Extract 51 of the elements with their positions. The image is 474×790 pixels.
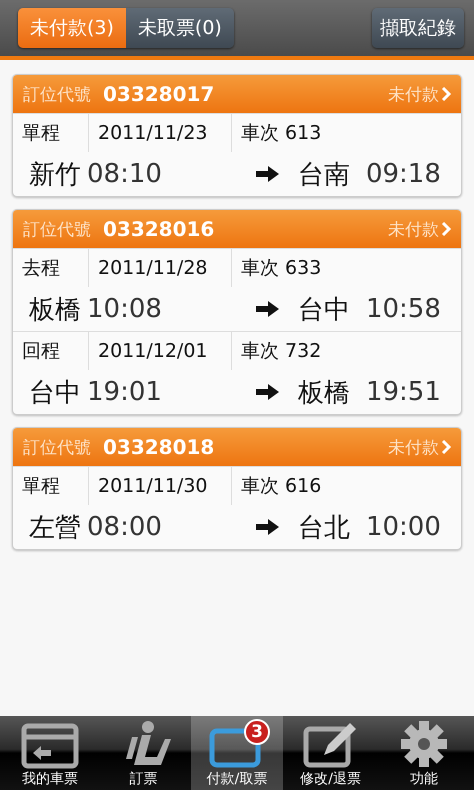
train-number: 車次 616 [231,467,461,505]
arrival-time: 10:58 [366,294,441,324]
booking-code-label: 訂位代號 [23,436,91,458]
travel-date: 2011/11/28 [88,249,231,287]
arrival-time: 09:18 [366,159,441,189]
nav-tab[interactable]: 我的車票 [4,716,96,790]
departure-time: 10:08 [87,294,162,324]
departure-station: 左營 [29,512,81,544]
departure-station: 板橋 [29,294,81,326]
fetch-records-button[interactable]: 擷取紀錄 [372,8,464,48]
trip-type: 回程 [21,339,61,364]
train-number: 車次 633 [231,249,461,287]
booking-code: 03328018 [103,435,214,459]
nav-tab[interactable]: 功能 [378,716,470,790]
booking-code: 03328016 [103,217,214,241]
departure-station: 台中 [29,376,81,410]
departure-time: 08:00 [87,512,162,542]
trip-type: 單程 [21,474,61,499]
nav-tab[interactable]: 修改/退票 [284,716,376,790]
travel-date: 2011/11/30 [88,467,231,505]
arrow-icon [256,383,280,401]
booking-code-label: 訂位代號 [23,218,91,240]
trip-type: 去程 [21,256,61,281]
departure-time: 19:01 [87,377,162,407]
train-number: 車次 732 [231,332,461,370]
chevron-icon [441,87,451,101]
count-badge: 3 [244,719,270,745]
arrival-station: 台中 [298,294,350,326]
arrival-station: 板橋 [298,376,350,410]
arrival-time: 19:51 [366,377,441,407]
arrow-icon [256,165,280,183]
travel-date: 2011/11/23 [88,114,231,152]
tab[interactable]: 未取票(0) [126,8,234,48]
ticket-icon [20,723,79,769]
nav-tab[interactable]: 3 付款/取票 [191,716,283,790]
chevron-icon [441,440,451,454]
arrow-icon [256,518,280,536]
arrival-time: 10:00 [366,512,441,542]
arrival-station: 台南 [298,158,350,192]
nav-tab[interactable]: 訂票 [98,716,190,790]
trip-type: 單程 [21,121,61,146]
settings-icon [399,719,450,769]
travel-date: 2011/12/01 [88,332,231,370]
departure-station: 新竹 [29,158,81,192]
arrival-station: 台北 [298,512,350,544]
train-number: 車次 613 [231,114,461,152]
booking-code: 03328017 [103,82,214,106]
chevron-icon [441,222,451,236]
booking-code-label: 訂位代號 [23,84,91,106]
departure-time: 08:10 [87,159,162,189]
arrow-icon [256,300,280,318]
